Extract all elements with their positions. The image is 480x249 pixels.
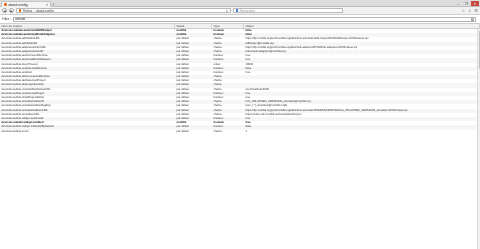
downloads-icon[interactable]: ⇩ — [468, 8, 471, 13]
minimize-button[interactable]: – — [454, 1, 462, 6]
back-button[interactable]: ◀ — [2, 8, 7, 13]
clear-filter-icon[interactable]: ✕ — [471, 17, 475, 21]
tab-close-icon[interactable]: ✕ — [46, 3, 49, 7]
bookmark-star-icon[interactable]: ☆ — [461, 8, 465, 13]
firefox-identity-icon — [18, 9, 22, 12]
search-placeholder: Recherche — [239, 8, 256, 13]
url-separator: | — [33, 8, 35, 13]
filter-input[interactable]: webide ✕ — [13, 16, 477, 22]
url-text: about:config — [36, 8, 54, 13]
pref-type: chaîne — [213, 129, 222, 133]
title-bar: about:config ✕ + – ❐ ✕ — [0, 0, 480, 7]
navigation-bar: ◀ ▶ Firefox | about:config ↻ Recherche ☆… — [0, 7, 480, 15]
menu-icon[interactable]: ☰ — [474, 8, 478, 13]
table-row[interactable]: devtools.webide.zoom par défaut chaîne 1 — [0, 130, 480, 134]
forward-button[interactable]: ▶ — [9, 8, 14, 13]
window-controls: – ❐ ✕ — [454, 1, 479, 6]
search-bar[interactable]: Recherche — [233, 7, 343, 14]
pref-name: devtools.webide.zoom — [1, 129, 29, 133]
reload-icon[interactable]: ↻ — [226, 9, 229, 13]
tab-title: about:config — [8, 2, 28, 7]
url-brand: Firefox — [22, 8, 33, 13]
preferences-table: devtools.webide.autoinstallADBHelper modi… — [0, 29, 480, 249]
firefox-icon — [4, 3, 7, 6]
maximize-button[interactable]: ❐ — [463, 1, 471, 6]
search-engine-icon — [235, 9, 239, 12]
filter-row: Filtre : webide ✕ — [0, 16, 480, 23]
new-tab-button[interactable]: + — [52, 2, 55, 7]
filter-value: webide — [15, 17, 26, 21]
filter-label: Filtre : — [2, 17, 12, 21]
pref-value: 1 — [245, 129, 248, 133]
url-bar[interactable]: Firefox | about:config ↻ — [16, 7, 231, 14]
close-window-button[interactable]: ✕ — [471, 1, 479, 6]
toolbar-icons: ☆ ⇩ ☰ — [461, 8, 478, 13]
pref-status: par défaut — [176, 129, 189, 133]
